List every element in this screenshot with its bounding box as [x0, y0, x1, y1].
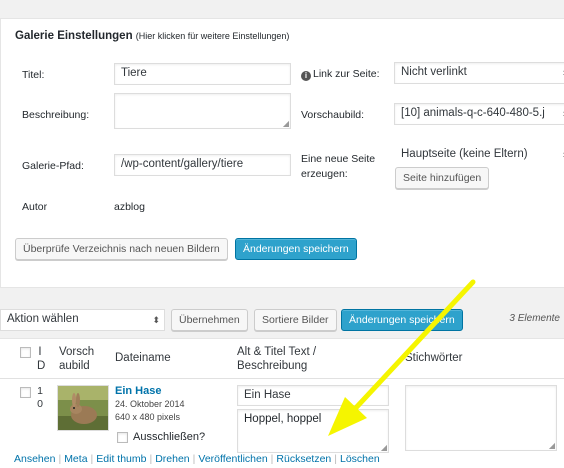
description-label: Beschreibung: — [22, 109, 90, 121]
preview-select[interactable]: [10] animals-q-c-640-480-5.j ⬍ — [394, 103, 564, 125]
author-label: Autor — [22, 201, 48, 213]
exclude-checkbox[interactable] — [117, 432, 128, 443]
settings-title-hint[interactable]: (Hier klicken für weitere Einstellungen) — [136, 31, 290, 41]
apply-button[interactable]: Übernehmen — [171, 309, 248, 331]
save-settings-button[interactable]: Änderungen speichern — [235, 238, 357, 260]
column-alt-line2: Beschreibung — [237, 360, 308, 372]
rotate-link[interactable]: Drehen — [155, 453, 189, 465]
link-page-label-text: Link zur Seite: — [313, 68, 380, 80]
row-filename-link[interactable]: Ein Hase — [115, 385, 161, 397]
publish-link[interactable]: Veröffentlichen — [198, 453, 267, 465]
bulk-action-value: Aktion wählen — [7, 313, 79, 325]
resize-grip-icon[interactable]: ◢ — [283, 119, 289, 128]
link-page-label: i Link zur Seite: — [301, 68, 380, 81]
action-separator: | — [334, 453, 337, 465]
action-separator: | — [192, 453, 196, 465]
gallery-settings-panel: Galerie Einstellungen (Hier klicken für … — [0, 18, 564, 288]
resize-grip-icon[interactable]: ◢ — [381, 443, 387, 452]
row-id: 1 0 — [36, 385, 44, 411]
link-page-value: Nicht verlinkt — [401, 66, 467, 78]
row-thumbnail[interactable] — [57, 385, 109, 431]
column-id-line2: D — [37, 360, 46, 372]
column-thumbnail: Vorsch aubild — [59, 345, 94, 373]
title-input[interactable]: Tiere — [114, 63, 291, 85]
row-id-line2: 0 — [37, 398, 43, 410]
preview-value: [10] animals-q-c-640-480-5.j — [401, 107, 545, 119]
alt-text-input[interactable]: Ein Hase — [237, 385, 389, 406]
item-count: 3 Elemente — [509, 313, 560, 324]
scan-folder-button[interactable]: Überprüfe Verzeichnis nach neuen Bildern — [15, 238, 228, 260]
column-id[interactable]: I D — [37, 345, 46, 373]
path-input[interactable]: /wp-content/gallery/tiere — [114, 154, 291, 176]
column-tags: Stichwörter — [405, 352, 463, 364]
column-filename[interactable]: Dateiname — [115, 351, 171, 365]
description-row-textarea[interactable]: Hoppel, hoppel ◢ — [237, 409, 389, 453]
edit-thumb-link[interactable]: Edit thumb — [96, 453, 146, 465]
action-separator: | — [58, 453, 62, 465]
sort-images-button[interactable]: Sortiere Bilder — [254, 309, 337, 331]
row-file-info: Ein Hase 24. Oktober 2014 640 x 480 pixe… — [115, 385, 185, 424]
rabbit-thumbnail-image — [58, 386, 108, 430]
meta-link[interactable]: Meta — [64, 453, 87, 465]
reset-link[interactable]: Rücksetzen — [276, 453, 331, 465]
add-page-button[interactable]: Seite hinzufügen — [395, 167, 490, 189]
author-value: azblog — [114, 201, 145, 213]
description-textarea[interactable]: ◢ — [114, 93, 291, 129]
path-label: Galerie-Pfad: — [22, 160, 84, 172]
action-separator: | — [149, 453, 153, 465]
column-alt-title: Alt & Titel Text / Beschreibung — [237, 345, 316, 373]
delete-link[interactable]: Löschen — [340, 453, 380, 465]
view-link[interactable]: Ansehen — [14, 453, 55, 465]
column-thumb-line1: Vorsch — [59, 346, 95, 358]
settings-title-text[interactable]: Galerie Einstellungen — [15, 30, 133, 42]
tags-textarea[interactable]: ◢ — [405, 385, 557, 451]
save-changes-button[interactable]: Änderungen speichern — [341, 309, 463, 331]
row-date: 24. Oktober 2014 — [115, 399, 185, 409]
new-page-select[interactable]: Hauptseite (keine Eltern) ⬍ — [394, 144, 564, 166]
column-thumb-line2: aubild — [59, 360, 90, 372]
row-size: 640 x 480 pixels — [115, 412, 181, 422]
row-divider — [0, 378, 564, 379]
action-separator: | — [90, 453, 94, 465]
settings-title[interactable]: Galerie Einstellungen (Hier klicken für … — [15, 30, 289, 42]
column-id-line1: I — [38, 346, 42, 358]
exclude-label: Ausschließen? — [133, 431, 206, 443]
row-id-line1: 1 — [37, 385, 43, 397]
description-row-text: Hoppel, hoppel — [244, 413, 322, 425]
link-page-select[interactable]: Nicht verlinkt ⬍ — [394, 62, 564, 84]
row-actions: Ansehen | Meta | Edit thumb | Drehen | Veröffent… — [14, 453, 380, 465]
bulk-action-select[interactable]: Aktion wählen ⬍ — [0, 309, 165, 331]
info-icon[interactable]: i — [301, 71, 311, 81]
preview-label: Vorschaubild: — [301, 109, 365, 121]
new-page-label: Eine neue Seite erzeugen: — [301, 153, 376, 180]
column-alt-line1: Alt & Titel Text / — [237, 346, 317, 358]
new-page-value: Hauptseite (keine Eltern) — [401, 148, 528, 160]
select-all-checkbox[interactable] — [20, 347, 31, 358]
resize-grip-icon[interactable]: ◢ — [549, 441, 555, 450]
row-checkbox[interactable] — [20, 387, 31, 398]
select-arrows-icon: ⬍ — [152, 315, 160, 325]
action-separator: | — [270, 453, 274, 465]
title-label: Titel: — [22, 69, 45, 81]
images-table: I D Vorsch aubild Dateiname Alt & Titel … — [0, 338, 564, 468]
